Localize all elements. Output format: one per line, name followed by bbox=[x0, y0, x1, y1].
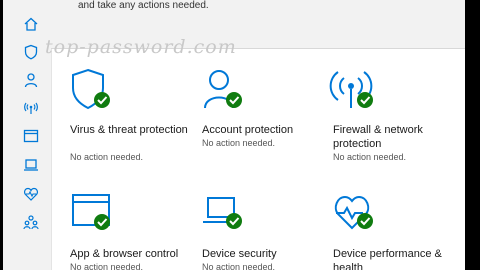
banner-text: and take any actions needed. bbox=[78, 0, 209, 11]
wifi-antenna-icon[interactable] bbox=[23, 100, 39, 116]
tile-title: Device performance & health bbox=[333, 248, 442, 270]
app-window-icon bbox=[70, 192, 116, 238]
security-window: and take any actions needed. top-passwor… bbox=[3, 0, 465, 270]
shield-icon bbox=[70, 68, 116, 114]
tile-status: No action needed. bbox=[333, 152, 407, 162]
heart-pulse-icon bbox=[333, 192, 379, 238]
tile-status: No action needed. bbox=[202, 138, 276, 148]
person-icon[interactable] bbox=[23, 72, 39, 88]
tile-title: App & browser control bbox=[70, 248, 179, 260]
person-icon bbox=[202, 68, 248, 114]
laptop-icon bbox=[202, 192, 248, 238]
home-icon[interactable] bbox=[23, 16, 39, 32]
wifi-antenna-icon bbox=[329, 68, 379, 114]
tile-status: No action needed. bbox=[70, 262, 144, 270]
watermark: top-password.com bbox=[45, 36, 237, 58]
tile-title: Virus & threat protection bbox=[70, 124, 188, 136]
tile-title: Device security bbox=[202, 248, 277, 260]
tile-status: No action needed. bbox=[202, 262, 276, 270]
heart-pulse-icon[interactable] bbox=[23, 186, 39, 202]
family-icon[interactable] bbox=[23, 214, 39, 230]
laptop-icon[interactable] bbox=[23, 157, 39, 173]
shield-icon[interactable] bbox=[23, 44, 39, 60]
tile-status: No action needed. bbox=[70, 152, 144, 162]
tile-title: Firewall & network protection bbox=[333, 124, 423, 150]
tile-title: Account protection bbox=[202, 124, 294, 136]
app-window-icon[interactable] bbox=[23, 128, 39, 144]
screen-edge bbox=[465, 0, 480, 270]
